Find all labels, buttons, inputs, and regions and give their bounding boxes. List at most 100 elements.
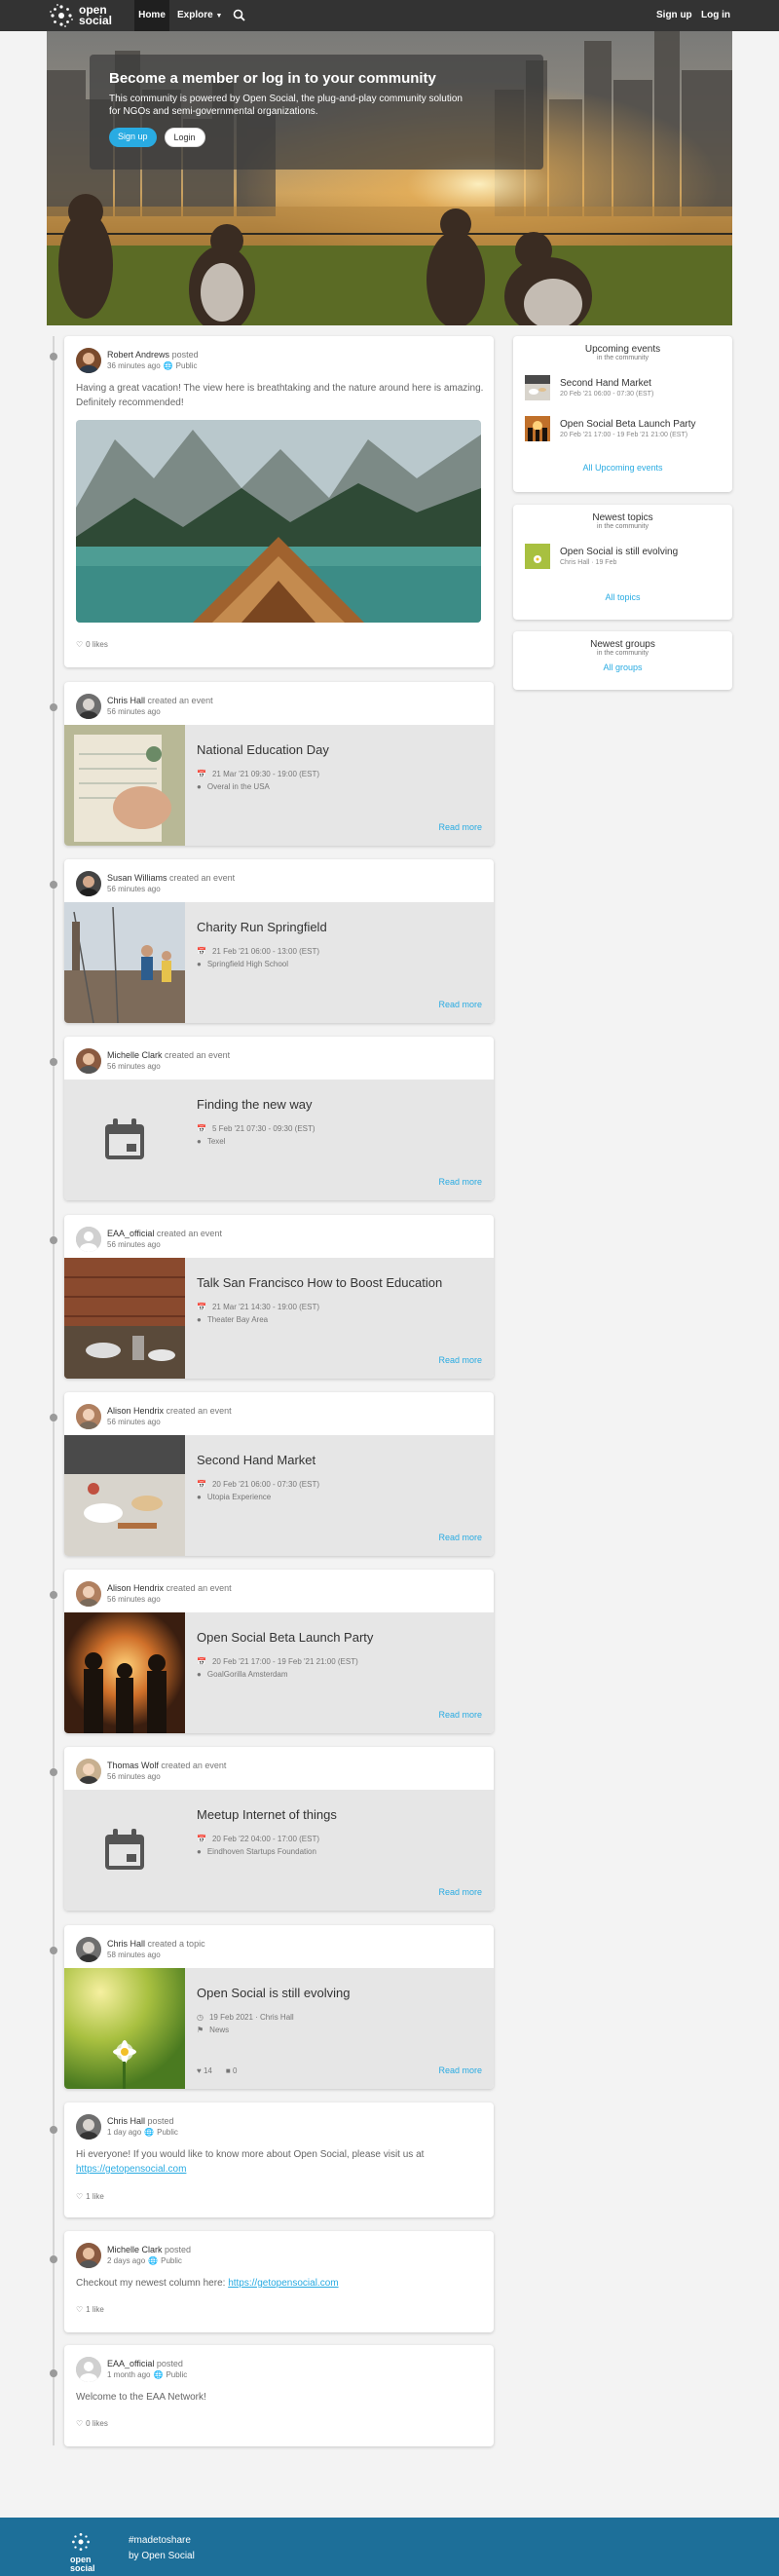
timeline-dot	[50, 881, 57, 889]
event-date: 21 Mar '21 09:30 - 19:00 (EST)	[211, 770, 319, 778]
read-more-link[interactable]: Read more	[438, 1000, 482, 1009]
author-name[interactable]: Michelle Clark	[107, 2245, 163, 2254]
avatar[interactable]	[76, 1937, 101, 1962]
heart-icon[interactable]: ♡	[76, 640, 83, 649]
author-name[interactable]: Alison Hendrix	[107, 1583, 164, 1593]
avatar[interactable]	[76, 1404, 101, 1429]
event-title[interactable]: Meetup Internet of things	[197, 1807, 337, 1822]
event-title[interactable]: Talk San Francisco How to Boost Educatio…	[197, 1275, 442, 1290]
all-upcoming-events-link[interactable]: All Upcoming events	[513, 463, 732, 473]
avatar[interactable]	[76, 694, 101, 719]
upcoming-event-item[interactable]: Open Social Beta Launch Party 20 Feb '21…	[525, 416, 696, 441]
read-more-link[interactable]: Read more	[438, 1710, 482, 1720]
event-location: Overal in the USA	[206, 782, 270, 791]
event-image[interactable]	[64, 1612, 185, 1733]
upcoming-event-item[interactable]: Second Hand Market 20 Feb '21 06:00 - 07…	[525, 375, 653, 400]
heart-icon[interactable]: ♡	[76, 2192, 83, 2201]
topic-type: News	[209, 2026, 230, 2034]
author-name[interactable]: Robert Andrews	[107, 350, 169, 360]
author-name[interactable]: EAA_official	[107, 1229, 154, 1238]
author-name[interactable]: Chris Hall	[107, 696, 145, 705]
globe-icon: 🌐	[144, 2128, 155, 2137]
avatar[interactable]	[76, 1227, 101, 1252]
likes-count: 0 likes	[86, 640, 108, 649]
activity-action: posted	[165, 2245, 192, 2254]
open-social-logo[interactable]: open social	[49, 3, 112, 28]
author-name[interactable]: Chris Hall	[107, 2116, 145, 2126]
post-link[interactable]: https://getopensocial.com	[76, 2164, 186, 2175]
heart-icon[interactable]: ♡	[76, 2305, 83, 2314]
heart-icon[interactable]: ♡	[76, 2419, 83, 2428]
hero-login-button[interactable]: Login	[164, 128, 205, 147]
post-link[interactable]: https://getopensocial.com	[228, 2278, 338, 2289]
avatar[interactable]	[76, 1581, 101, 1607]
post-card: Robert Andrews posted 36 minutes ago 🌐 Pu…	[64, 336, 494, 667]
search-icon[interactable]	[233, 9, 245, 24]
avatar[interactable]	[76, 348, 101, 373]
avatar[interactable]	[76, 1759, 101, 1784]
hero-call-to-action: Become a member or log in to your commun…	[90, 55, 543, 170]
newest-topic-item[interactable]: Open Social is still evolving Chris Hall…	[525, 544, 678, 569]
timestamp: 56 minutes ago	[107, 1062, 161, 1071]
post-image[interactable]	[76, 420, 481, 623]
event-title[interactable]: Open Social Beta Launch Party	[197, 1630, 373, 1645]
avatar[interactable]	[76, 2114, 101, 2140]
likes-count: 1 like	[86, 2192, 104, 2201]
event-date: 21 Mar '21 14:30 - 19:00 (EST)	[211, 1303, 319, 1311]
map-pin-icon: ●	[197, 1847, 202, 1856]
event-image[interactable]	[64, 1258, 185, 1379]
footer-logo[interactable]: open social	[70, 2531, 95, 2573]
timeline-dot	[50, 1947, 57, 1954]
event-image[interactable]	[64, 902, 185, 1023]
event-image-placeholder[interactable]	[64, 1080, 185, 1200]
event-image-placeholder[interactable]	[64, 1790, 185, 1911]
author-name[interactable]: Susan Williams	[107, 873, 167, 883]
topic-title[interactable]: Open Social is still evolving	[197, 1986, 351, 2000]
event-title[interactable]: Second Hand Market	[197, 1453, 315, 1467]
hero-description: This community is powered by Open Social…	[109, 94, 463, 117]
nav-log-in-link[interactable]: Log in	[701, 0, 730, 31]
comments-icon[interactable]: ■	[226, 2066, 231, 2075]
read-more-link[interactable]: Read more	[438, 1355, 482, 1365]
avatar[interactable]	[76, 871, 101, 896]
event-title[interactable]: Finding the new way	[197, 1097, 313, 1112]
author-name[interactable]: Chris Hall	[107, 1939, 145, 1949]
read-more-link[interactable]: Read more	[438, 1533, 482, 1542]
event-image[interactable]	[64, 1435, 185, 1556]
all-topics-link[interactable]: All topics	[513, 592, 732, 602]
likes-icon[interactable]: ♥	[197, 2066, 202, 2075]
calendar-icon: 📅	[197, 1124, 206, 1133]
event-date: 20 Feb '21 17:00 - 19 Feb '21 21:00 (EST…	[211, 1657, 358, 1666]
activity-action: created an event	[166, 1583, 232, 1593]
topic-likes-count: 14	[203, 2066, 212, 2075]
all-groups-link[interactable]: All groups	[513, 663, 732, 672]
map-pin-icon: ●	[197, 960, 202, 968]
footer-by-open-social[interactable]: by Open Social	[129, 2549, 195, 2564]
topic-image[interactable]	[64, 1968, 185, 2089]
event-title[interactable]: Charity Run Springfield	[197, 920, 327, 934]
avatar[interactable]	[76, 1048, 101, 1074]
event-title[interactable]: National Education Day	[197, 742, 329, 757]
read-more-link[interactable]: Read more	[438, 2065, 482, 2075]
event-image[interactable]	[64, 725, 185, 846]
upcoming-event-date: 20 Feb '21 06:00 - 07:30 (EST)	[560, 391, 654, 398]
avatar[interactable]	[76, 2243, 101, 2268]
nav-sign-up-link[interactable]: Sign up	[656, 0, 692, 31]
newest-groups-title: Newest groups	[590, 639, 655, 650]
topic-date-author: 19 Feb 2021 · Chris Hall	[208, 2013, 294, 2022]
event-location: Utopia Experience	[206, 1493, 272, 1501]
avatar[interactable]	[76, 2357, 101, 2382]
author-name[interactable]: Michelle Clark	[107, 1050, 163, 1060]
nav-explore-dropdown[interactable]: Explore ▼	[177, 0, 222, 31]
author-name[interactable]: Alison Hendrix	[107, 1406, 164, 1416]
author-name[interactable]: Thomas Wolf	[107, 1761, 159, 1770]
author-name[interactable]: EAA_official	[107, 2359, 154, 2368]
post-card: Chris Hall posted 1 day ago 🌐 Public Hi e…	[64, 2102, 494, 2217]
read-more-link[interactable]: Read more	[438, 822, 482, 832]
timestamp: 56 minutes ago	[107, 1772, 161, 1781]
event-card: Alison Hendrix created an event 56 minut…	[64, 1392, 494, 1556]
read-more-link[interactable]: Read more	[438, 1887, 482, 1897]
read-more-link[interactable]: Read more	[438, 1177, 482, 1187]
hero-sign-up-button[interactable]: Sign up	[109, 128, 157, 147]
nav-home-link[interactable]: Home	[134, 0, 169, 31]
